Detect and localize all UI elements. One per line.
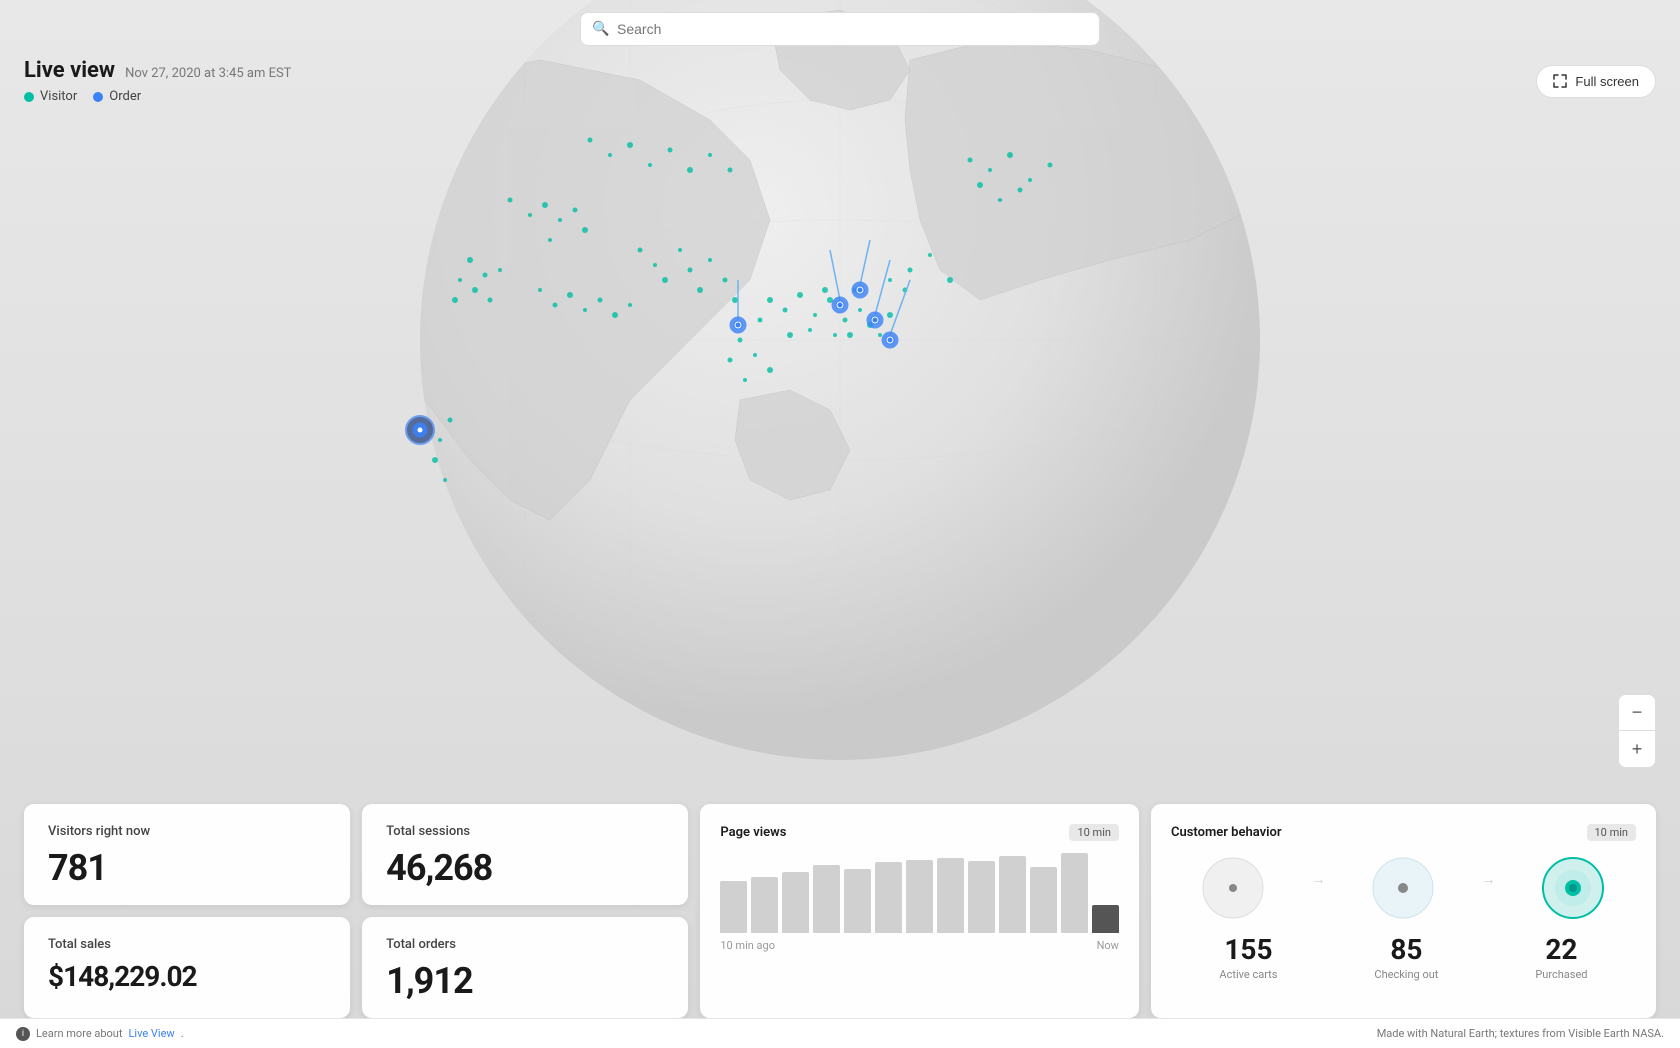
- info-icon: i: [16, 1027, 30, 1041]
- behavior-badge: 10 min: [1587, 824, 1637, 841]
- zoom-out-button[interactable]: −: [1619, 695, 1655, 731]
- page-views-chart: [720, 853, 1119, 933]
- page-title: Live view: [24, 58, 115, 83]
- behavior-circles: → →: [1171, 853, 1636, 923]
- purchased-circle: [1538, 853, 1608, 923]
- chart-bar: [751, 877, 778, 933]
- active-carts-stat: 155 Active carts: [1219, 933, 1277, 981]
- header: Live view Nov 27, 2020 at 3:45 am EST Vi…: [24, 58, 1656, 104]
- checking-out-label: Checking out: [1374, 968, 1438, 981]
- total-sessions-card: Total sessions 46,268: [362, 804, 688, 905]
- chart-bar: [720, 881, 747, 933]
- total-sessions-label: Total sessions: [386, 824, 664, 839]
- zoom-in-button[interactable]: +: [1619, 731, 1655, 767]
- arrow-1: →: [1303, 871, 1333, 888]
- page-views-badge: 10 min: [1069, 824, 1119, 841]
- total-orders-value: 1,912: [386, 960, 664, 1002]
- legend-order: Order: [93, 89, 141, 104]
- search-input[interactable]: [580, 12, 1100, 46]
- page-views-header: Page views 10 min: [720, 824, 1119, 841]
- total-sessions-value: 46,268: [386, 847, 664, 889]
- bottom-cards-row: Total sales $148,229.02 Total orders 1,9…: [24, 917, 688, 1018]
- zoom-controls: − +: [1618, 694, 1656, 768]
- search-icon: 🔍: [592, 21, 609, 37]
- total-orders-label: Total orders: [386, 937, 664, 952]
- sales-wave: [24, 1010, 350, 1018]
- chart-bar: [813, 865, 840, 933]
- arrow-2: →: [1473, 871, 1503, 888]
- chart-bar: [1030, 867, 1057, 933]
- bottom-bar-left: i Learn more about Live View .: [16, 1027, 184, 1041]
- chart-time-start: 10 min ago: [720, 939, 775, 952]
- visitor-dot: [24, 92, 34, 102]
- page-views-title: Page views: [720, 825, 786, 840]
- total-orders-card: Total orders 1,912: [362, 917, 688, 1018]
- total-sales-label: Total sales: [48, 937, 326, 952]
- chart-bar: [1061, 853, 1088, 933]
- chart-bar: [1092, 905, 1119, 933]
- chart-footer: 10 min ago Now: [720, 939, 1119, 952]
- page-subtitle: Nov 27, 2020 at 3:45 am EST: [125, 66, 291, 81]
- active-carts-value: 155: [1224, 933, 1272, 966]
- legend-visitor: Visitor: [24, 89, 77, 104]
- orders-wave: [362, 1010, 688, 1018]
- chart-bar: [906, 860, 933, 933]
- active-carts-circle: [1198, 853, 1268, 923]
- visitors-now-value: 781: [48, 847, 326, 889]
- purchased-label: Purchased: [1535, 968, 1587, 981]
- behavior-header: Customer behavior 10 min: [1171, 824, 1636, 841]
- header-left: Live view Nov 27, 2020 at 3:45 am EST Vi…: [24, 58, 291, 104]
- chart-bar: [999, 856, 1026, 933]
- chart-bar: [782, 872, 809, 933]
- checking-out-circle: [1368, 853, 1438, 923]
- behavior-stats: 155 Active carts 85 Checking out 22 Purc…: [1171, 933, 1636, 981]
- order-dot: [93, 92, 103, 102]
- stats-grid: Visitors right now 781 Total sessions 46…: [24, 804, 1656, 1018]
- learn-period: .: [181, 1027, 184, 1040]
- chart-bar: [968, 861, 995, 933]
- purchased-stat: 22 Purchased: [1535, 933, 1587, 981]
- legend-row: Visitor Order: [24, 89, 291, 104]
- learn-text: Learn more about: [36, 1027, 122, 1040]
- order-label: Order: [109, 89, 141, 104]
- top-cards-row: Visitors right now 781 Total sessions 46…: [24, 804, 688, 905]
- visitors-now-card: Visitors right now 781: [24, 804, 350, 905]
- globe-svg: [190, 0, 1490, 840]
- fullscreen-icon: [1553, 74, 1567, 88]
- search-bar-container: 🔍: [580, 12, 1100, 46]
- total-sales-card: Total sales $148,229.02: [24, 917, 350, 1018]
- fullscreen-button[interactable]: Full screen: [1536, 65, 1656, 98]
- purchased-value: 22: [1545, 933, 1577, 966]
- attribution-text: Made with Natural Earth; textures from V…: [1377, 1027, 1664, 1040]
- visitor-label: Visitor: [40, 89, 77, 104]
- page-views-card: Page views 10 min 10 min ago Now: [700, 804, 1139, 1018]
- visitors-wave: [24, 897, 350, 905]
- chart-bar: [937, 858, 964, 933]
- fullscreen-label: Full screen: [1575, 74, 1639, 89]
- active-carts-label: Active carts: [1219, 968, 1277, 981]
- checking-out-value: 85: [1390, 933, 1422, 966]
- live-view-link[interactable]: Live View: [128, 1027, 174, 1040]
- sessions-wave: [362, 897, 688, 905]
- bottom-bar: i Learn more about Live View . Made with…: [0, 1018, 1680, 1048]
- total-sales-value: $148,229.02: [48, 960, 326, 993]
- left-cards-column: Visitors right now 781 Total sessions 46…: [24, 804, 688, 1018]
- visitors-now-label: Visitors right now: [48, 824, 326, 839]
- chart-bar: [875, 862, 902, 933]
- behavior-title: Customer behavior: [1171, 825, 1282, 840]
- checking-out-stat: 85 Checking out: [1374, 933, 1438, 981]
- chart-time-end: Now: [1097, 939, 1119, 952]
- header-title-row: Live view Nov 27, 2020 at 3:45 am EST: [24, 58, 291, 83]
- chart-bar: [844, 869, 871, 933]
- customer-behavior-card: Customer behavior 10 min → →: [1151, 804, 1656, 1018]
